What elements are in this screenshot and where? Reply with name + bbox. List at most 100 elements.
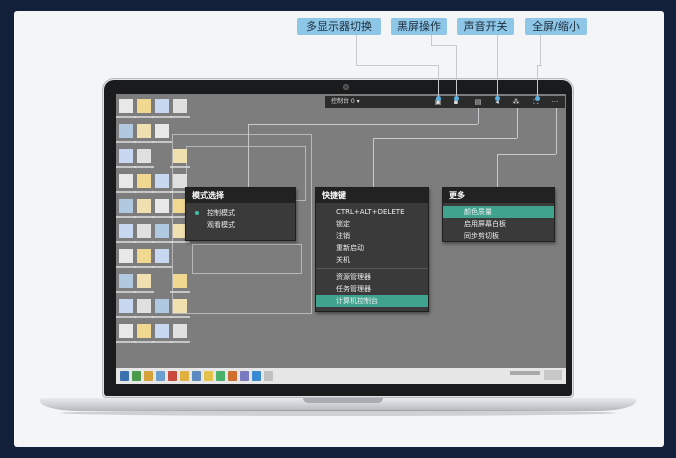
desktop-file-label [134,316,154,318]
taskbar-app-icon[interactable] [204,371,213,381]
desktop-file-icon[interactable] [173,174,187,188]
menu-item-whiteboard[interactable]: 启用屏幕白板 [443,218,554,230]
desktop-file-icon[interactable] [119,174,133,188]
console-selector[interactable]: 控制台 0 ▾ [331,96,360,108]
desktop-file-icon[interactable] [119,199,133,213]
camera [343,84,349,90]
desktop-file-icon[interactable] [155,299,169,313]
remote-toolbar: 控制台 0 ▾ ▣ ▪ ▤ ◂ ⁂ ⛶ ··· [325,96,565,108]
desktop-file-label [134,266,154,268]
desktop-file-icon[interactable] [119,274,133,288]
desktop-file-icon[interactable] [137,324,151,338]
shortcut-menu-title: 快捷键 [316,188,428,203]
desktop-file-icon[interactable] [137,149,151,163]
taskbar-app-icon[interactable] [180,371,189,381]
desktop-file-icon[interactable] [137,299,151,313]
desktop-file-icon[interactable] [119,249,133,263]
desktop-file-icon[interactable] [119,99,133,113]
menu-item-view-mode[interactable]: 观看模式 [186,219,295,231]
connector [456,45,457,100]
desktop-file-icon[interactable] [173,149,187,163]
desktop-file-icon[interactable] [173,299,187,313]
desktop-file-icon[interactable] [173,274,187,288]
connector [431,45,456,46]
desktop-file-icon[interactable] [173,99,187,113]
desktop-file-label [116,191,136,193]
taskbar-app-icon[interactable] [264,371,273,381]
laptop-notch [303,398,383,403]
menu-item-restart[interactable]: 重新启动 [316,242,428,254]
connector [373,138,374,187]
more-icon[interactable]: ··· [551,98,559,106]
desktop-file-icon[interactable] [119,149,133,163]
desktop-file-icon[interactable] [155,249,169,263]
desktop-file-icon[interactable] [137,199,151,213]
desktop-file-label [170,166,190,168]
menu-item-computer-console[interactable]: 计算机控制台 [316,295,428,307]
menu-item-sync-clipboard[interactable]: 同步剪切板 [443,230,554,242]
taskbar-app-icon[interactable] [240,371,249,381]
desktop-file-icon[interactable] [155,174,169,188]
menu-item-explorer[interactable]: 资源管理器 [316,271,428,283]
desktop-file-icon[interactable] [155,124,169,138]
desktop-file-icon[interactable] [119,324,133,338]
desktop-file-label [134,166,154,168]
desktop-file-label [116,266,136,268]
desktop-file-label [152,341,172,343]
desktop-file-label [152,316,172,318]
desktop-file-icon[interactable] [155,99,169,113]
menu-item-label: 控制模式 [207,209,235,217]
connector [248,124,249,187]
desktop-file-label [170,116,190,118]
desktop-file-icon[interactable] [137,249,151,263]
menu-item-logoff[interactable]: 注销 [316,230,428,242]
desktop-file-icon[interactable] [119,124,133,138]
taskbar-app-icon[interactable] [168,371,177,381]
menu-item-ctrl-alt-delete[interactable]: CTRL+ALT+DELETE [316,206,428,218]
desktop-file-label [134,141,154,143]
callout-sound: 声音开关 [457,18,514,35]
connector [556,108,557,154]
connector [356,35,357,65]
menu-item-task-manager[interactable]: 任务管理器 [316,283,428,295]
laptop-shadow [60,410,616,416]
taskbar-app-icon[interactable] [156,371,165,381]
desktop-file-label [116,216,136,218]
network-icon[interactable]: ⁂ [512,98,520,106]
menu-item-lock[interactable]: 锁定 [316,218,428,230]
selected-dot-icon [195,211,199,215]
keyboard-icon[interactable]: ▤ [474,98,482,106]
menu-item-shutdown[interactable]: 关机 [316,254,428,266]
start-icon[interactable] [120,371,129,381]
taskbar-app-icon[interactable] [192,371,201,381]
desktop-file-icon[interactable] [119,224,133,238]
connector [478,108,479,124]
menu-item-control-mode[interactable]: 控制模式 [186,207,295,219]
clock [544,370,562,380]
desktop-file-icon[interactable] [137,274,151,288]
taskbar-app-icon[interactable] [228,371,237,381]
desktop-file-icon[interactable] [155,324,169,338]
menu-item-color-quality[interactable]: 颜色质量 [443,206,554,218]
connector-dot [535,96,540,101]
taskbar-app-icon[interactable] [216,371,225,381]
desktop-file-icon[interactable] [137,99,151,113]
desktop-file-icon[interactable] [137,124,151,138]
desktop-file-icon[interactable] [137,174,151,188]
desktop-file-icon[interactable] [137,224,151,238]
desktop-file-icon[interactable] [173,324,187,338]
taskbar-app-icon[interactable] [132,371,141,381]
desktop-file-icon[interactable] [155,199,169,213]
connector [537,65,538,100]
menu-item-label: 观看模式 [207,221,235,229]
taskbar-app-icon[interactable] [144,371,153,381]
desktop-file-label [116,116,136,118]
connector [356,65,438,66]
system-tray [510,371,540,375]
taskbar-app-icon[interactable] [252,371,261,381]
desktop-file-label [152,216,172,218]
desktop-file-label [116,341,136,343]
more-menu: 更多 颜色质量 启用屏幕白板 同步剪切板 [442,187,555,242]
desktop-file-icon[interactable] [155,224,169,238]
desktop-file-icon[interactable] [119,299,133,313]
